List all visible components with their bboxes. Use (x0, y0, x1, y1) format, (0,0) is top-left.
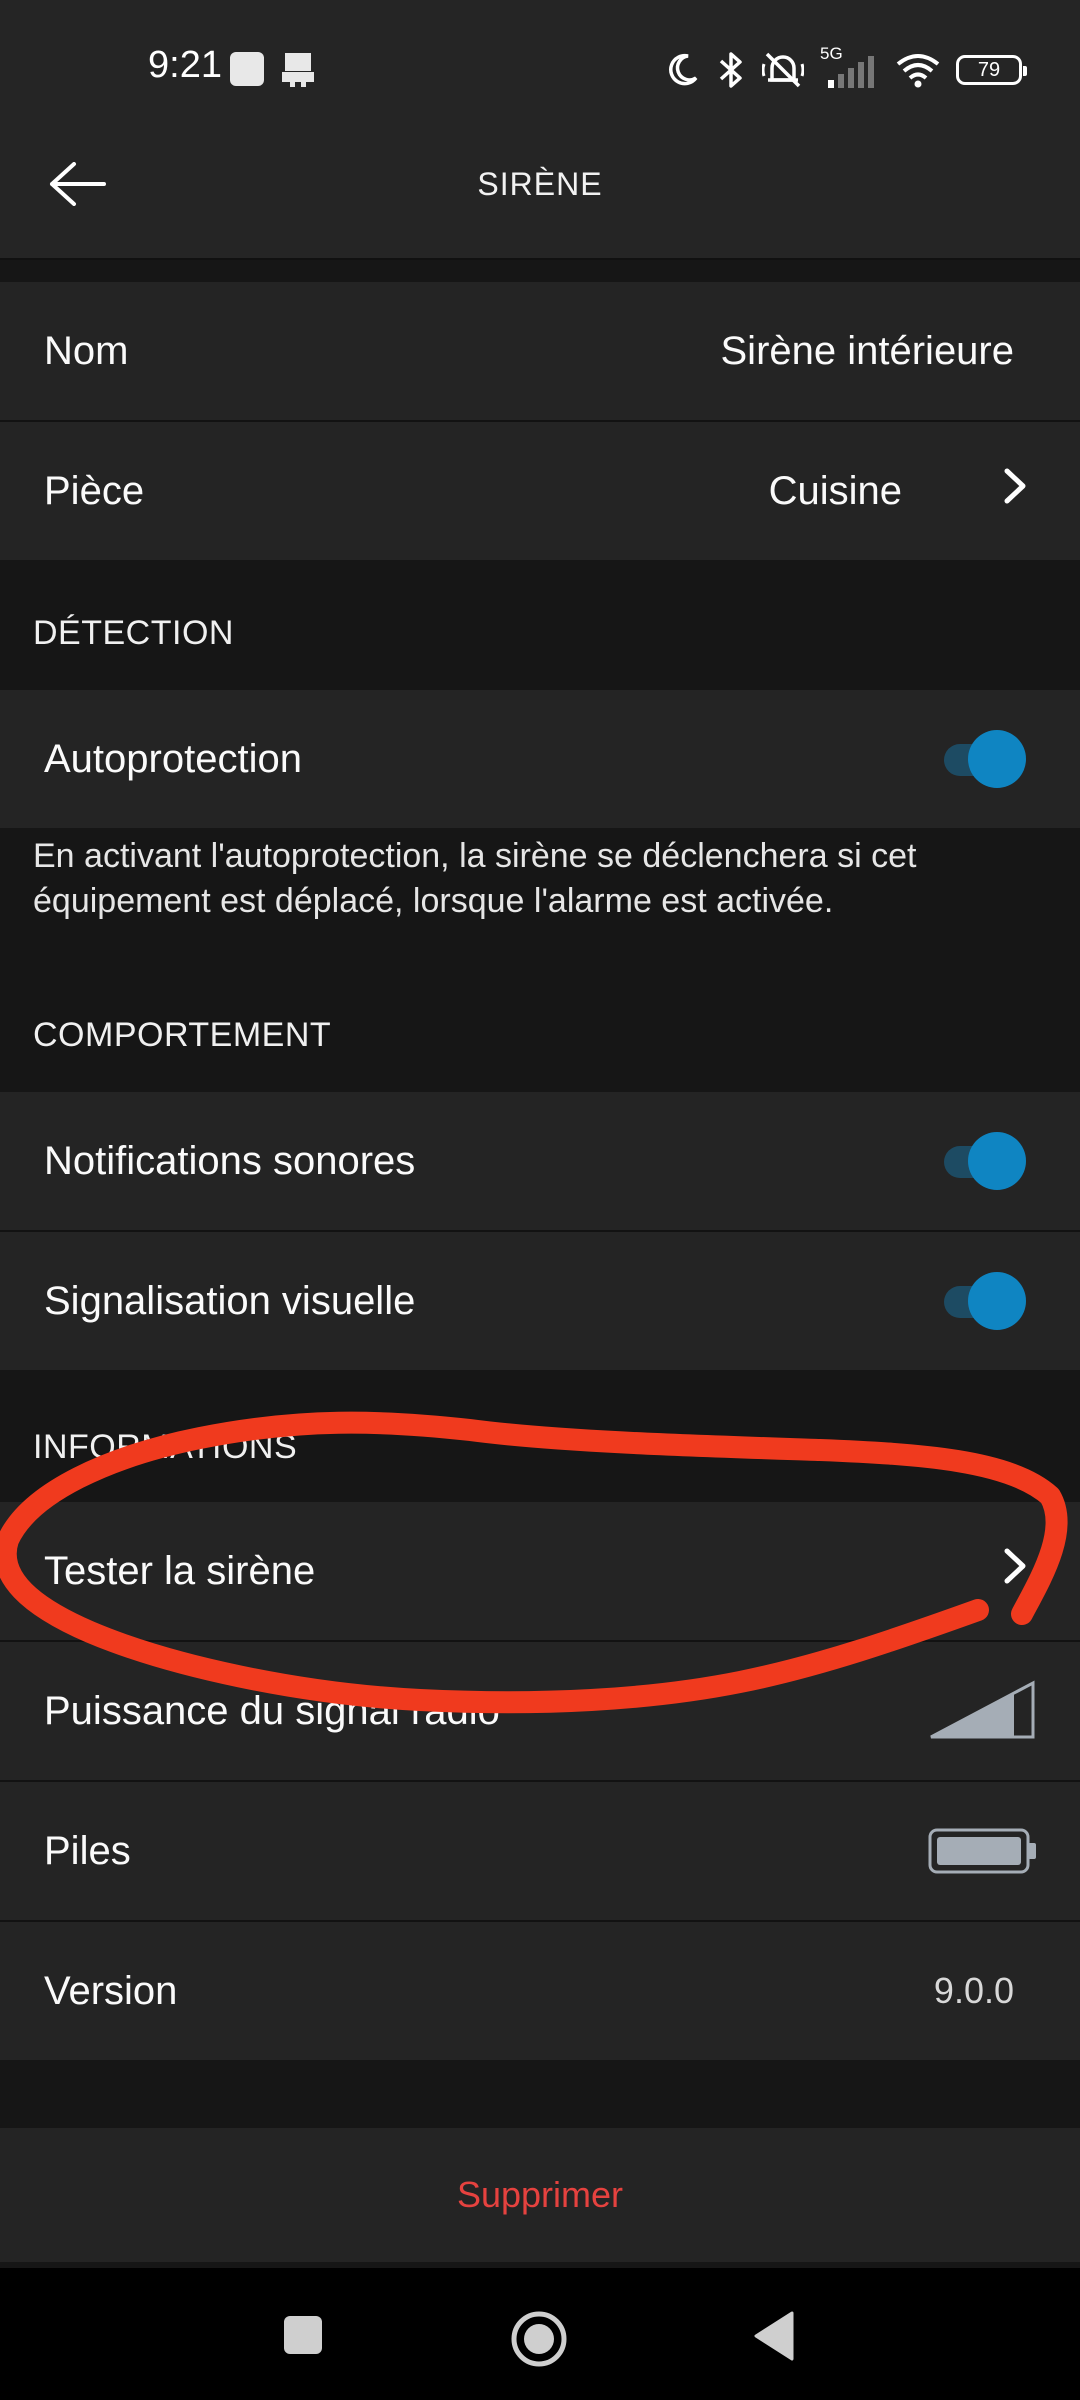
delete-label: Supprimer (456, 2174, 624, 2215)
recent-apps-button[interactable] (284, 2316, 322, 2354)
row-nom[interactable]: Nom Sirène intérieure (0, 282, 1080, 420)
battery-level: 79 (977, 58, 1001, 81)
autoprotection-toggle[interactable] (938, 730, 1026, 788)
row-autoprotection: Autoprotection (0, 690, 1080, 828)
page-title: SIRÈNE (477, 166, 603, 202)
status-bar: 9:21 5G 79 (0, 0, 1080, 140)
row-piece[interactable]: Pièce Cuisine (0, 422, 1080, 560)
status-battery-icon: 79 (956, 55, 1027, 85)
section-informations-title: INFORMATIONS (33, 1428, 298, 1466)
app-header: SIRÈNE (0, 140, 1080, 260)
row-nom-label: Nom (44, 329, 129, 373)
notifications-toggle[interactable] (938, 1132, 1026, 1190)
section-detection-title: DÉTECTION (33, 614, 234, 652)
row-version: Version 9.0.0 (0, 1922, 1080, 2060)
moon-icon (669, 53, 698, 86)
toggle-knob (968, 730, 1026, 788)
signalisation-toggle[interactable] (938, 1272, 1026, 1330)
section-comportement-title: COMPORTEMENT (33, 1016, 332, 1054)
autoprotection-help-text: En activant l'autoprotection, la sirène … (33, 837, 917, 920)
status-time: 9:21 (148, 44, 222, 86)
row-autoprotection-label: Autoprotection (44, 737, 302, 781)
status-icons: 5G 79 (666, 42, 1027, 98)
row-tester-label: Tester la sirène (44, 1549, 316, 1593)
chevron-right-icon (1004, 1548, 1026, 1584)
row-piles-label: Piles (44, 1829, 131, 1873)
bluetooth-icon (719, 52, 742, 88)
row-notifications-sonores: Notifications sonores (0, 1092, 1080, 1230)
wifi-icon (896, 54, 940, 88)
row-version-value: 9.0.0 (933, 1970, 1014, 2011)
battery-full-icon (928, 1828, 1036, 1874)
inbox-icon (282, 53, 314, 87)
home-button[interactable] (509, 2309, 569, 2369)
system-nav-bar (0, 2268, 1080, 2400)
signal-strength-icon (930, 1680, 1035, 1739)
row-piles: Piles (0, 1782, 1080, 1920)
row-notifications-label: Notifications sonores (44, 1139, 416, 1183)
row-version-label: Version (44, 1969, 178, 2013)
bell-muted-icon (762, 52, 804, 88)
delete-button[interactable]: Supprimer (0, 2128, 1080, 2262)
row-piece-label: Pièce (44, 469, 145, 513)
back-button[interactable] (752, 2309, 796, 2363)
chevron-right-icon (1004, 468, 1026, 504)
row-signalisation-label: Signalisation visuelle (44, 1279, 416, 1323)
row-tester-sirene[interactable]: Tester la sirène (0, 1502, 1080, 1640)
row-signal-label: Puissance du signal radio (44, 1689, 500, 1733)
row-nom-value: Sirène intérieure (720, 329, 1015, 373)
toggle-knob (968, 1132, 1026, 1190)
toggle-knob (968, 1272, 1026, 1330)
row-signalisation-visuelle: Signalisation visuelle (0, 1232, 1080, 1370)
row-piece-value: Cuisine (768, 469, 902, 513)
app-notification-icon (230, 52, 264, 86)
cell-signal-icon: 5G (820, 44, 880, 90)
row-signal-radio: Puissance du signal radio (0, 1642, 1080, 1780)
